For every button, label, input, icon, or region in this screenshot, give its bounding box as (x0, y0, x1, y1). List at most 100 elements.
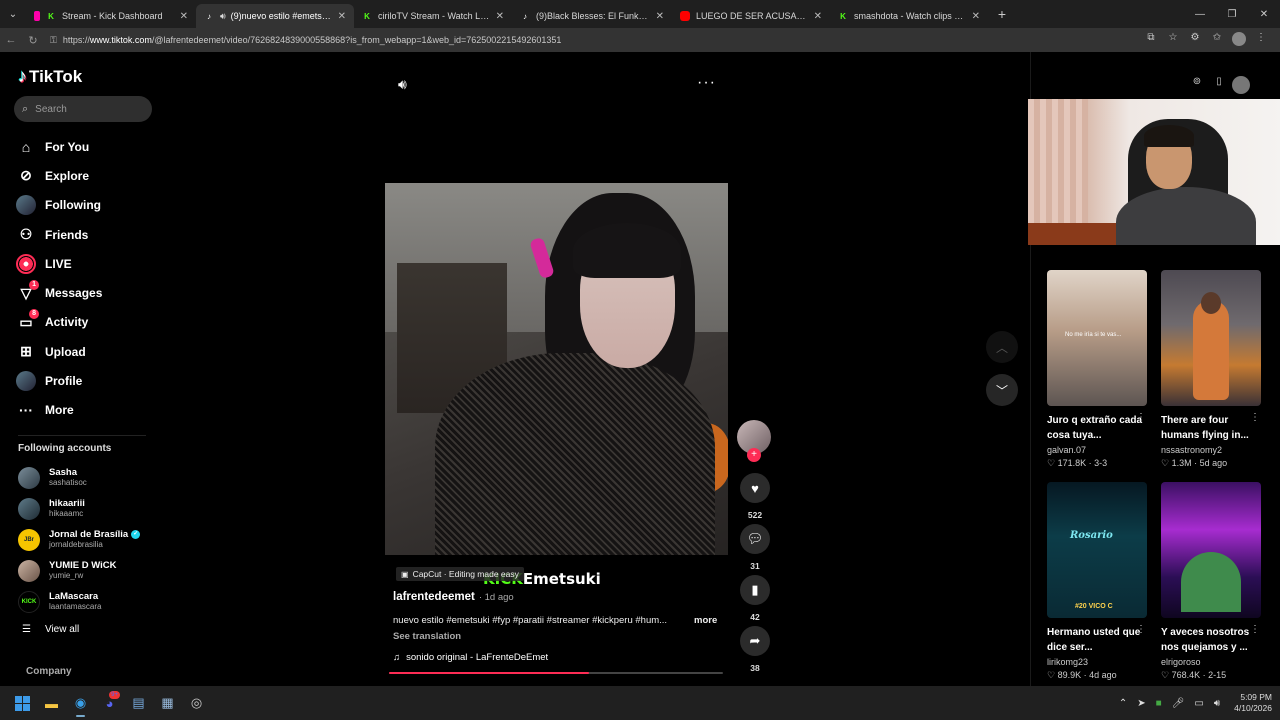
more-options-icon[interactable]: ··· (697, 74, 716, 92)
video-thumbnail[interactable] (1161, 270, 1261, 406)
account-item[interactable]: hikaariii hikaaamc (18, 493, 163, 524)
volume-icon[interactable]: 🔊︎ (398, 76, 407, 93)
close-tab-icon[interactable]: ✕ (972, 11, 980, 22)
video-thumbnail[interactable]: No me iría si te vas... (1047, 270, 1147, 406)
network-icon[interactable]: ▭ (1194, 698, 1203, 709)
video-user[interactable]: lirikomg23 (1047, 657, 1149, 667)
recommended-video-card[interactable]: Y aveces nosotros nos quejamos y ... ⋮ e… (1161, 482, 1263, 681)
next-video-button[interactable]: ﹀ (986, 374, 1018, 406)
previous-video-button[interactable]: ︿ (986, 331, 1018, 363)
account-item[interactable]: Sasha sashatisoc (18, 462, 163, 493)
sidebar-item-activity[interactable]: ▭ 8 Activity (16, 308, 161, 337)
video-title[interactable]: Juro q extraño cada cosa tuya... (1047, 413, 1143, 443)
recommended-video-card[interactable]: Rosario #20 VICO C Hermano usted que dice… (1047, 482, 1149, 681)
account-item[interactable]: KICK LaMascara laantamascara (18, 586, 163, 617)
nvidia-icon[interactable]: ■ (1156, 698, 1162, 709)
more-button[interactable]: more (694, 615, 717, 626)
video-user[interactable]: galvan.07 (1047, 445, 1149, 455)
sidebar-item-messages[interactable]: ▽ 1 Messages (16, 278, 161, 307)
favorites-icon[interactable]: ✩ (1206, 32, 1228, 49)
close-window-icon[interactable]: ✕ (1248, 0, 1280, 28)
sound-link[interactable]: ♫ sonido original - LaFrenteDeEmet (393, 652, 548, 663)
calculator-icon[interactable]: ▦ (153, 688, 182, 718)
capcut-badge[interactable]: ▣ CapCut · Editing made easy (396, 567, 524, 581)
url-field[interactable]: ⚿ https://www.tiktok.com/@lafrentedeemet… (50, 31, 1140, 49)
tab-actions-menu[interactable]: ⌄ (0, 0, 26, 28)
back-icon[interactable]: ← (0, 34, 22, 46)
more-options-icon[interactable]: ⋮ (1136, 624, 1146, 635)
close-tab-icon[interactable]: ✕ (180, 11, 188, 22)
browser-tab-active[interactable]: ♪ 🔊︎ (9)nuevo estilo #emetsuki #fy ✕ (196, 4, 354, 28)
account-item[interactable]: JBr Jornal de Brasília ✓ jornaldebrasilia (18, 524, 163, 555)
browser-tab[interactable]: K smashdota - Watch clips on Kick ✕ (830, 4, 988, 28)
save-button[interactable]: ▮ 42 (737, 575, 773, 622)
video-title[interactable]: Y aveces nosotros nos quejamos y ... (1161, 625, 1257, 655)
volume-icon[interactable]: 🔊︎ (1214, 698, 1220, 709)
microphone-icon[interactable]: 🎤︎ (1172, 698, 1185, 709)
reader-icon[interactable]: ⧉ (1140, 32, 1162, 49)
company-link[interactable]: Company (26, 666, 72, 677)
view-all-link[interactable]: ☰ View all (22, 624, 79, 635)
more-options-icon[interactable]: ⋮ (1250, 412, 1260, 423)
sidebar-item-friends[interactable]: ⚇ Friends (16, 220, 161, 249)
edge-browser-icon[interactable]: ◉ (66, 688, 95, 718)
notepad-icon[interactable]: ▤ (124, 688, 153, 718)
video-user[interactable]: elrigoroso (1161, 657, 1263, 667)
more-options-icon[interactable]: ⋮ (1250, 624, 1260, 635)
sidebar-item-following[interactable]: Following (16, 191, 161, 220)
sidebar-item-explore[interactable]: ⊘ Explore (16, 161, 161, 190)
close-tab-icon[interactable]: ✕ (338, 11, 346, 22)
video-title[interactable]: There are four humans flying in... (1161, 413, 1257, 443)
share-button[interactable]: ➦ 38 (737, 626, 773, 673)
chevron-up-icon[interactable]: ⌃ (1119, 698, 1127, 709)
recommended-video-card[interactable]: There are four humans flying in... ⋮ nss… (1161, 270, 1263, 469)
close-tab-icon[interactable]: ✕ (814, 11, 822, 22)
sidebar-item-profile[interactable]: Profile (16, 366, 161, 395)
browser-tab[interactable]: K ciriloTV Stream - Watch Live on Ki ✕ (354, 4, 512, 28)
coin-icon[interactable]: ⊚ (1186, 76, 1208, 97)
profile-avatar[interactable] (1228, 31, 1250, 49)
browser-tab[interactable]: ♪ (9)Black Blesses: El Funk Chileno q ✕ (512, 4, 672, 28)
search-input[interactable]: ⌕ Search (14, 96, 152, 122)
close-tab-icon[interactable]: ✕ (496, 11, 504, 22)
comment-button[interactable]: 💬︎ 31 (737, 524, 773, 571)
video-player[interactable] (385, 183, 728, 555)
site-info-icon[interactable]: ⚿ (50, 35, 57, 46)
author-avatar[interactable]: + (737, 420, 771, 462)
obs-icon[interactable]: ◎ (182, 688, 211, 718)
like-button[interactable]: ♥ 522 (737, 473, 773, 520)
video-user[interactable]: nssastronomy2 (1161, 445, 1263, 455)
new-tab-button[interactable]: + (988, 6, 1016, 22)
browser-tab[interactable]: LUEGO DE SER ACUSADO DE V1O ✕ (672, 4, 830, 28)
sidebar-item-upload[interactable]: ⊞ Upload (16, 337, 161, 366)
close-tab-icon[interactable]: ✕ (656, 11, 664, 22)
more-icon[interactable]: ⋮ (1250, 32, 1272, 49)
start-button[interactable] (8, 688, 37, 718)
file-explorer-icon[interactable]: ▬ (37, 688, 66, 718)
minimize-icon[interactable]: — (1184, 0, 1216, 28)
more-options-icon[interactable]: ⋮ (1136, 412, 1146, 423)
sidebar-item-live[interactable]: LIVE (16, 249, 161, 278)
restore-icon[interactable]: ❐ (1216, 0, 1248, 28)
video-thumbnail[interactable]: Rosario #20 VICO C (1047, 482, 1147, 618)
favorite-icon[interactable]: ☆ (1162, 32, 1184, 49)
see-translation-button[interactable]: See translation (393, 631, 461, 642)
speaker-icon[interactable]: 🔊︎ (220, 11, 226, 22)
app-tray-icon[interactable]: ➤ (1137, 698, 1145, 709)
refresh-icon[interactable]: ↻ (22, 34, 44, 47)
sidebar-item-for-you[interactable]: ⌂ For You (16, 132, 161, 161)
user-avatar[interactable] (1230, 76, 1252, 97)
recommended-video-card[interactable]: No me iría si te vas... Juro q extraño c… (1047, 270, 1149, 469)
video-title[interactable]: Hermano usted que dice ser... (1047, 625, 1143, 655)
video-progress-bar[interactable] (389, 672, 723, 674)
follow-plus-icon[interactable]: + (747, 448, 761, 462)
account-item[interactable]: YUMIE D WiCK yumie_rw (18, 555, 163, 586)
tiktok-logo[interactable]: ♪ TikTok (18, 66, 82, 87)
discord-icon[interactable]: ◕ 9+ (95, 688, 124, 718)
sidebar-item-more[interactable]: ··· More (16, 396, 161, 425)
video-thumbnail[interactable] (1161, 482, 1261, 618)
browser-tab[interactable]: K Stream - Kick Dashboard ✕ (26, 4, 196, 28)
extensions-icon[interactable]: ⚙ (1184, 32, 1206, 49)
author-name[interactable]: lafrentedeemet (393, 591, 475, 603)
clock[interactable]: 5:09 PM 4/10/2026 (1234, 692, 1272, 714)
